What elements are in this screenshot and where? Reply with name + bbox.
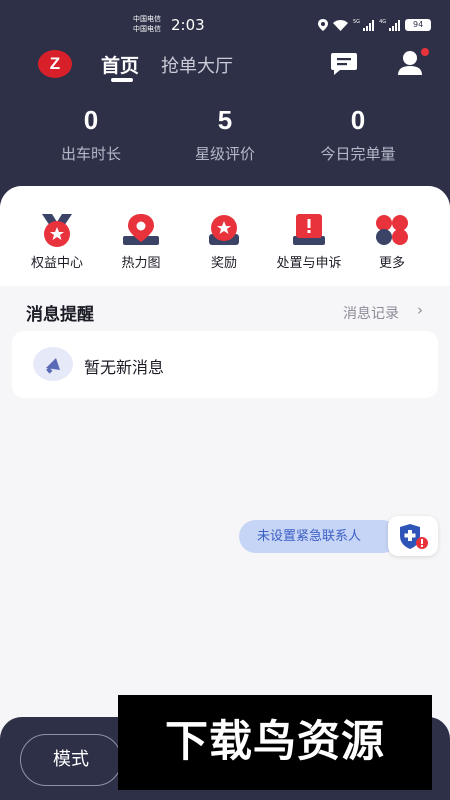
megaphone-icon xyxy=(33,347,73,381)
message-card xyxy=(12,331,438,398)
quick-item-label: 奖励 xyxy=(210,256,237,271)
more-icon xyxy=(376,215,408,245)
appeal-icon xyxy=(293,214,325,245)
status-bar: 中国电信 中国电信 2:03 5G 4G 94 xyxy=(0,0,450,46)
battery-icon: 94 xyxy=(405,19,432,31)
quick-item-reward[interactable]: 奖励 xyxy=(184,212,264,271)
clock: 2:03 xyxy=(171,16,205,34)
map-pin-icon xyxy=(123,214,159,245)
quick-item-label: 更多 xyxy=(378,256,405,271)
wifi-icon xyxy=(333,19,348,31)
stat-value: 5 xyxy=(217,105,233,135)
stat-label: 星级评价 xyxy=(194,145,255,163)
watermark: 下载鸟资源 xyxy=(118,695,432,790)
carrier-info: 中国电信 中国电信 xyxy=(133,14,161,34)
messages-title: 消息提醒 xyxy=(26,305,94,325)
stat-value: 0 xyxy=(83,105,99,135)
chevron-right-icon[interactable]: › xyxy=(417,301,423,319)
stat-drive-time: 0 出车时长 xyxy=(26,105,156,164)
quick-item-appeal[interactable]: 处置与申诉 xyxy=(269,212,349,271)
tab-order-hall[interactable]: 抢单大厅 xyxy=(161,52,233,78)
location-icon xyxy=(318,19,328,31)
stat-orders-today: 0 今日完单量 xyxy=(293,105,423,164)
stat-star-rating: 5 星级评价 xyxy=(160,105,290,164)
quick-item-more[interactable]: 更多 xyxy=(352,212,432,271)
shield-alert-icon xyxy=(400,524,428,549)
signal-icon-1 xyxy=(363,19,375,31)
network-tag-2: 4G xyxy=(379,19,387,25)
signal-icon-2 xyxy=(389,19,401,31)
rights-badge-icon xyxy=(42,214,72,247)
carrier-2: 中国电信 xyxy=(133,25,161,33)
stat-label: 出车时长 xyxy=(60,145,121,163)
stat-label: 今日完单量 xyxy=(320,145,396,163)
quick-item-label: 热力图 xyxy=(121,256,161,271)
message-icon[interactable] xyxy=(330,52,358,76)
app-logo: Z xyxy=(38,50,72,78)
reward-icon xyxy=(209,215,239,245)
quick-item-rights-center[interactable]: 权益中心 xyxy=(17,212,97,271)
message-history-link[interactable]: 消息记录 xyxy=(343,303,399,323)
network-tag-1: 5G xyxy=(353,19,361,25)
quick-item-label: 处置与申诉 xyxy=(276,256,342,271)
quick-item-heatmap[interactable]: 热力图 xyxy=(101,212,181,271)
user-profile-icon[interactable] xyxy=(396,48,430,78)
emergency-contact-pill[interactable]: 未设置紧急联系人 xyxy=(239,520,399,553)
stat-value: 0 xyxy=(350,105,366,135)
emergency-shield-button[interactable] xyxy=(388,516,438,556)
quick-item-label: 权益中心 xyxy=(30,256,83,271)
active-tab-indicator xyxy=(111,78,133,82)
status-icons: 5G 4G 94 xyxy=(318,19,432,31)
notification-dot xyxy=(421,48,429,56)
empty-message-text: 暂无新消息 xyxy=(84,358,165,377)
mode-button[interactable]: 模式 xyxy=(20,734,122,786)
tab-home[interactable]: 首页 xyxy=(101,51,139,78)
carrier-1: 中国电信 xyxy=(133,15,161,23)
